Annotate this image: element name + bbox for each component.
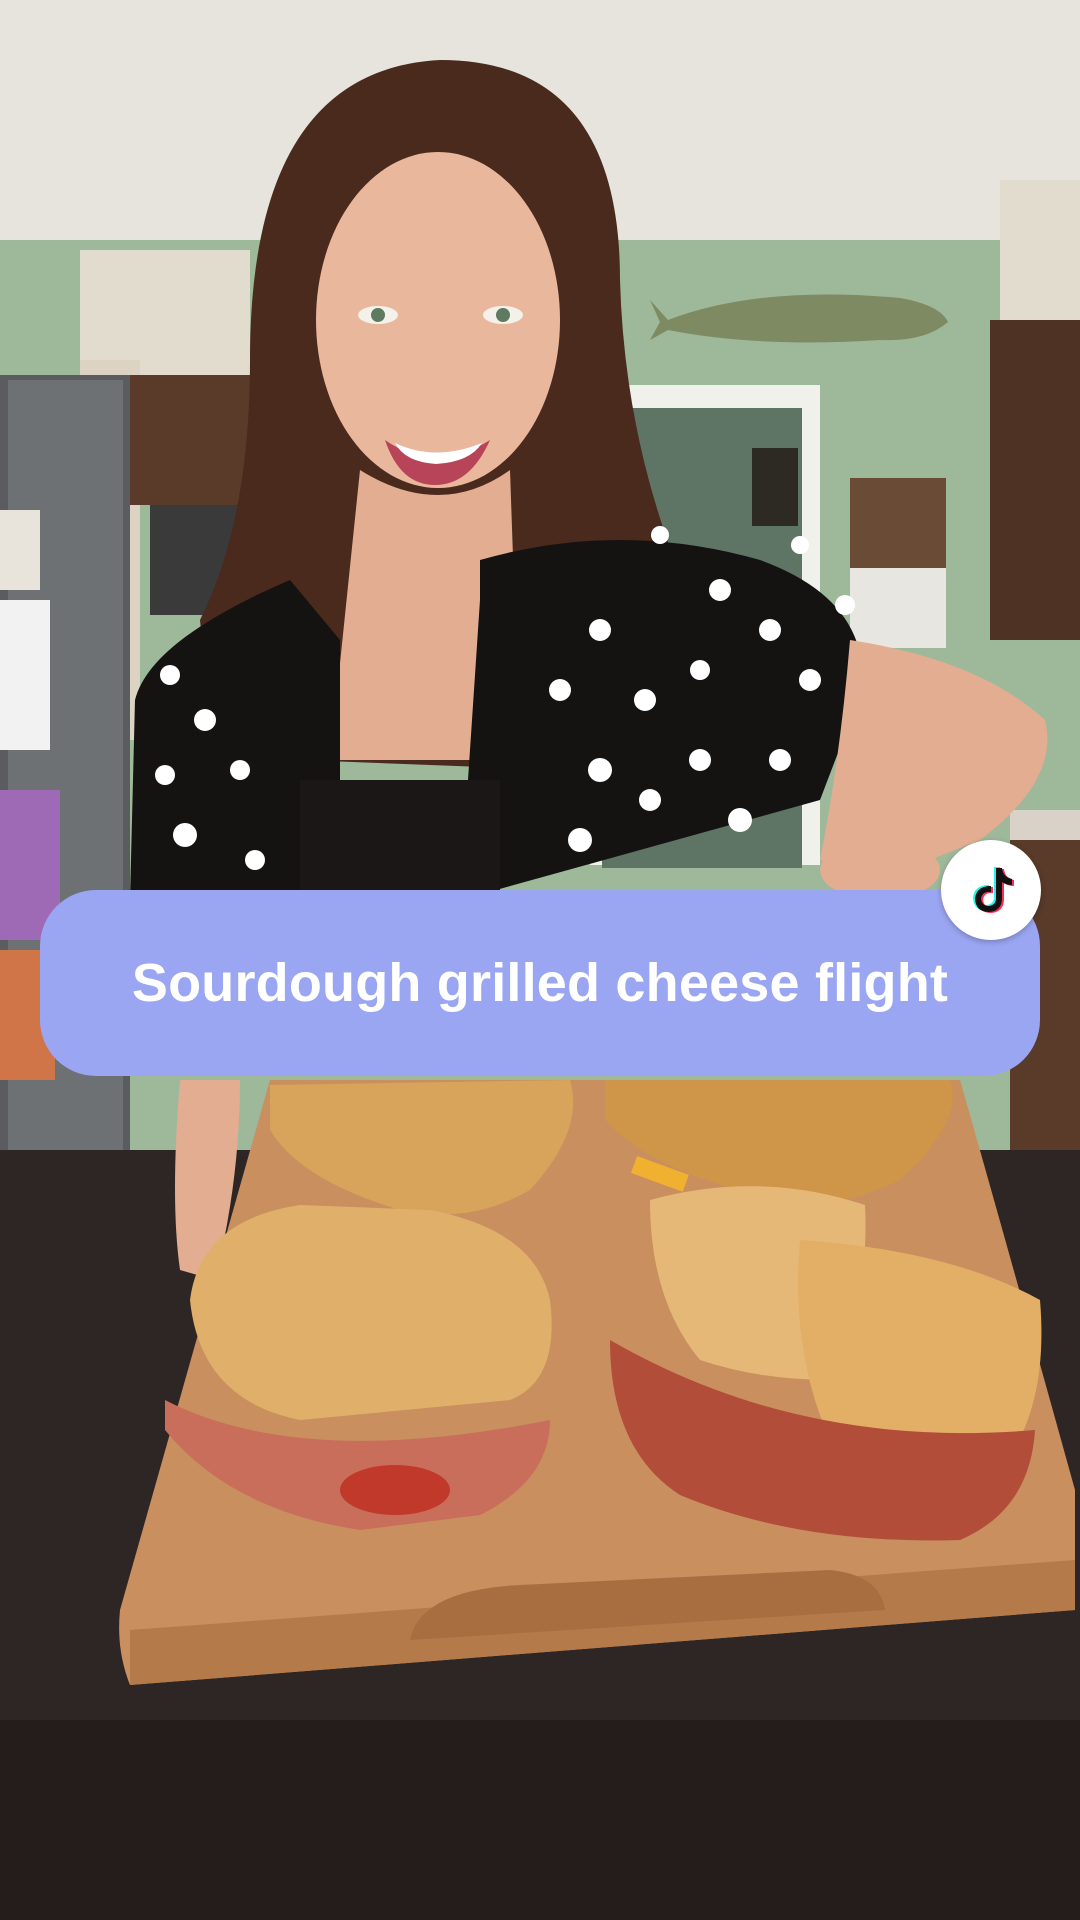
upper-cabinet (130, 375, 260, 505)
video-frame: Sourdough grilled cheese flight (0, 0, 1080, 1920)
sandwich-front-left-toast (190, 1205, 552, 1420)
tank-top (300, 780, 500, 900)
wall-frame (752, 448, 798, 526)
caption-banner: Sourdough grilled cheese flight (40, 890, 1040, 1076)
right-cabinet (990, 320, 1080, 640)
tiktok-logo-icon (973, 867, 1014, 913)
tiktok-badge[interactable] (941, 840, 1041, 940)
caption-text: Sourdough grilled cheese flight (131, 953, 949, 1013)
face (316, 152, 560, 488)
